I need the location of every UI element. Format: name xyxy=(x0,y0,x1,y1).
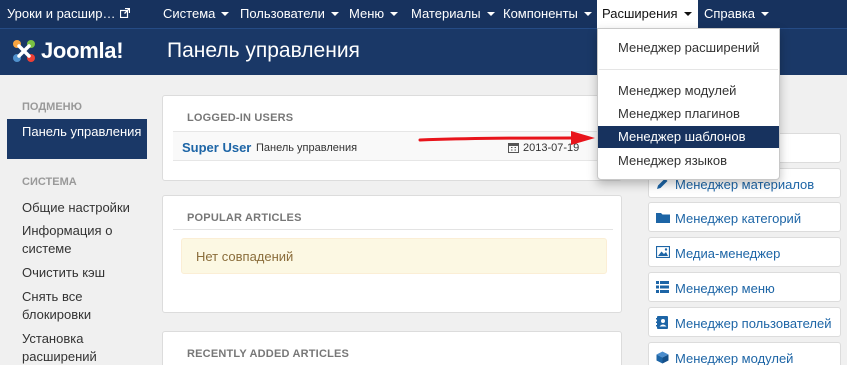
sidebar-item-global-config[interactable]: Общие настройки xyxy=(22,199,147,217)
dropdown-item-module-manager[interactable]: Менеджер модулей xyxy=(598,80,779,102)
joomla-logo-icon xyxy=(13,40,35,62)
caret-down-icon xyxy=(761,11,769,16)
caret-down-icon xyxy=(390,11,399,16)
caret-down-icon xyxy=(486,11,495,16)
extensions-dropdown-menu: Менеджер расширений Менеджер модулей Мен… xyxy=(597,28,780,180)
quick-icon-media[interactable]: Медиа-менеджер xyxy=(648,237,841,267)
dropdown-item-template-manager[interactable]: Менеджер шаблонов xyxy=(598,126,779,148)
dropdown-item-plugin-manager[interactable]: Менеджер плагинов xyxy=(598,103,779,125)
quick-icon-label: Менеджер пользователей xyxy=(675,316,832,331)
top-navbar: Уроки и расшир… Система Пользователи Мен… xyxy=(0,0,847,28)
quick-icon-label: Менеджер модулей xyxy=(675,351,794,365)
caret-down-icon xyxy=(583,11,592,16)
panel-heading: RECENTLY ADDED ARTICLES xyxy=(187,348,350,360)
quick-icon-label: Медиа-менеджер xyxy=(675,246,781,261)
cube-icon xyxy=(656,351,669,364)
sidebar-item-global-checkin[interactable]: Снять все блокировки xyxy=(22,288,147,324)
nav-menu-help-label: Справка xyxy=(704,6,755,21)
recent-articles-panel: RECENTLY ADDED ARTICLES xyxy=(162,331,622,365)
logged-in-users-panel: LOGGED-IN USERS Super User Панель управл… xyxy=(162,95,622,181)
external-link-icon xyxy=(120,8,131,19)
nav-menu-menus[interactable]: Меню xyxy=(349,0,399,28)
nav-site-link[interactable]: Уроки и расшир… xyxy=(7,0,131,28)
panel-divider xyxy=(173,229,613,230)
sidebar-item-clear-cache[interactable]: Очистить кэш xyxy=(22,264,147,282)
user-last-activity-date: 2013-07-19 xyxy=(523,142,580,154)
table-row: Super User Панель управления 2013-07-19 xyxy=(173,131,613,161)
nav-menu-help[interactable]: Справка xyxy=(704,0,769,28)
nav-site-link-label: Уроки и расшир… xyxy=(7,6,116,21)
dropdown-item-extension-manager[interactable]: Менеджер расширений xyxy=(598,37,779,59)
folder-icon xyxy=(656,213,670,223)
panel-heading: POPULAR ARTICLES xyxy=(187,212,302,224)
sidebar-heading-system: СИСТЕМА xyxy=(22,176,77,188)
sidebar-heading-submenu: ПОДМЕНЮ xyxy=(22,101,82,113)
nav-menu-content[interactable]: Материалы xyxy=(411,0,495,28)
quick-icon-label: Менеджер меню xyxy=(675,281,775,296)
address-book-icon xyxy=(656,316,668,329)
sidebar: ПОДМЕНЮ Панель управления СИСТЕМА Общие … xyxy=(0,75,160,365)
nav-menu-components[interactable]: Компоненты xyxy=(503,0,592,28)
nav-menu-system-label: Система xyxy=(163,6,216,21)
quick-icon-label: Менеджер категорий xyxy=(675,211,802,226)
user-name-link[interactable]: Super User xyxy=(182,140,251,155)
quick-icon-categories[interactable]: Менеджер категорий xyxy=(648,202,841,232)
joomla-logo[interactable]: Joomla! xyxy=(10,33,124,69)
sidebar-item-install-extensions[interactable]: Установка расширений xyxy=(22,330,147,365)
sidebar-item-system-info[interactable]: Информация о системе xyxy=(22,222,147,258)
logo-text: Joomla! xyxy=(41,38,124,63)
nav-menu-extensions[interactable]: Расширения xyxy=(597,0,698,28)
user-location: Панель управления xyxy=(256,142,358,154)
panel-heading: LOGGED-IN USERS xyxy=(187,112,294,124)
nav-menu-content-label: Материалы xyxy=(411,6,481,21)
nav-menu-extensions-label: Расширения xyxy=(602,6,678,21)
quick-icon-modules[interactable]: Менеджер модулей xyxy=(648,342,841,365)
image-icon xyxy=(656,246,670,258)
caret-down-icon xyxy=(330,11,339,16)
dropdown-divider xyxy=(599,69,778,70)
nav-menu-users[interactable]: Пользователи xyxy=(240,0,339,28)
popular-articles-panel: POPULAR ARTICLES Нет совпадений xyxy=(162,195,622,313)
dropdown-item-language-manager[interactable]: Менеджер языков xyxy=(598,150,779,172)
caret-down-icon xyxy=(683,11,692,16)
calendar-icon xyxy=(508,143,519,153)
nav-menu-menus-label: Меню xyxy=(349,6,385,21)
nav-menu-components-label: Компоненты xyxy=(503,6,578,21)
quick-icon-menus[interactable]: Менеджер меню xyxy=(648,272,841,302)
sidebar-item-control-panel[interactable]: Панель управления xyxy=(7,119,147,159)
list-icon xyxy=(656,281,669,293)
caret-down-icon xyxy=(221,11,230,16)
no-results-alert: Нет совпадений xyxy=(181,238,607,274)
nav-menu-system[interactable]: Система xyxy=(163,0,230,28)
page-title: Панель управления xyxy=(167,39,360,62)
nav-menu-users-label: Пользователи xyxy=(240,6,325,21)
quick-icon-users[interactable]: Менеджер пользователей xyxy=(648,307,841,337)
